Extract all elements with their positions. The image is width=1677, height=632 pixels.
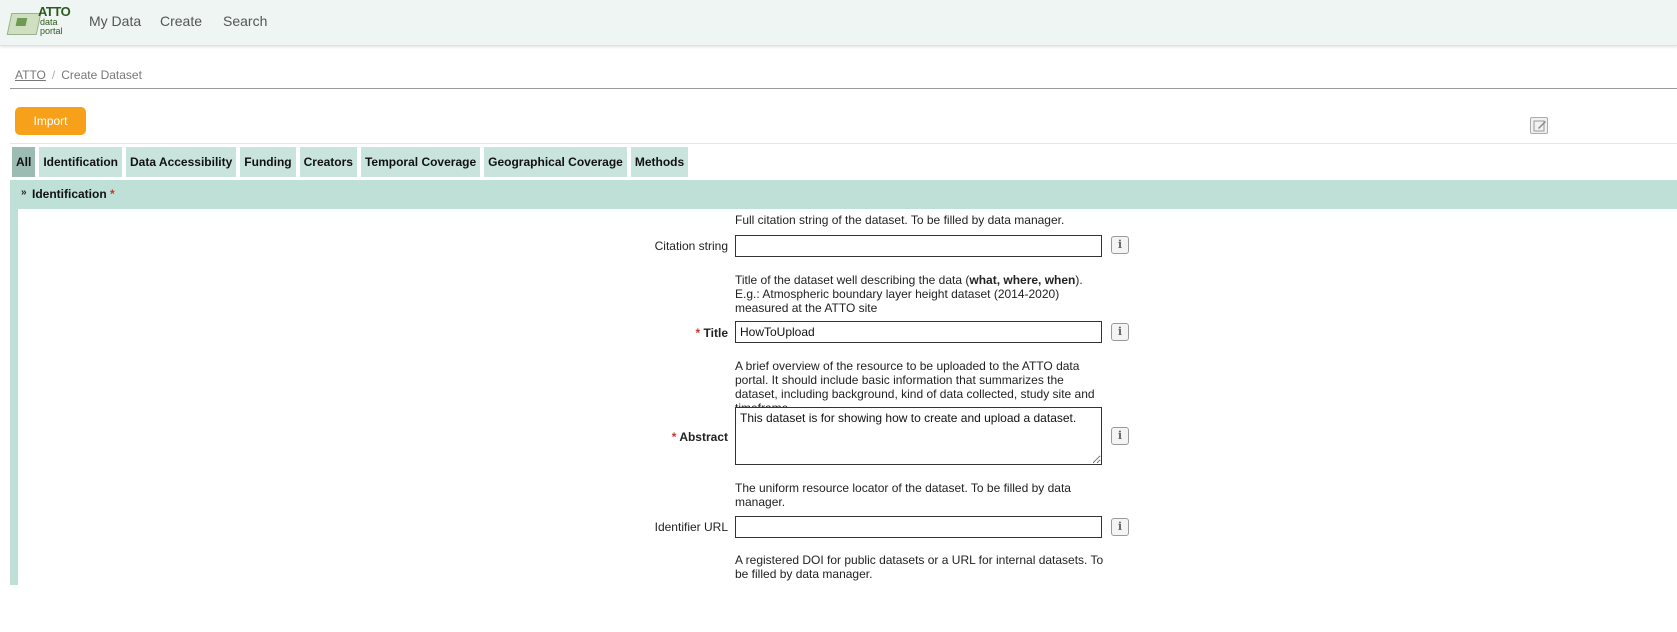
divider [10,143,1677,144]
tab-identification[interactable]: Identification [39,147,123,177]
nav-create[interactable]: Create [160,13,202,29]
tab-all[interactable]: All [12,147,36,177]
tab-methods[interactable]: Methods [630,147,689,177]
nav-my-data[interactable]: My Data [89,13,141,29]
tab-data-accessibility[interactable]: Data Accessibility [126,147,237,177]
info-icon[interactable]: i [1111,236,1129,254]
nav-search[interactable]: Search [223,13,267,29]
identifier-url-field[interactable] [735,516,1102,538]
section-tabs: All Identification Data Accessibility Fundi… [12,147,689,177]
section-left-bar [10,209,18,585]
doi-help-text: A registered DOI for public datasets or … [735,553,1104,581]
divider [10,88,1677,89]
tab-temporal-coverage[interactable]: Temporal Coverage [360,147,481,177]
breadcrumb-current: Create Dataset [61,68,142,82]
edit-icon[interactable] [1530,117,1548,134]
top-navbar: ATTO data portal My Data Create Search [0,0,1677,46]
import-button[interactable]: Import [15,107,86,135]
breadcrumb: ATTO / Create Dataset [15,68,142,82]
title-help-text: Title of the dataset well describing the… [735,273,1083,315]
citation-field[interactable] [735,235,1102,257]
breadcrumb-separator: / [51,68,56,82]
breadcrumb-root-link[interactable]: ATTO [15,68,46,82]
identifier-url-help-text: The uniform resource locator of the data… [735,481,1071,509]
info-icon[interactable]: i [1111,323,1129,341]
abstract-field[interactable]: This dataset is for showing how to creat… [735,407,1102,465]
abstract-label: * Abstract [671,430,728,444]
logo-line-2: portal [40,26,63,36]
identifier-url-label: Identifier URL [654,520,728,534]
info-icon[interactable]: i [1111,518,1129,536]
tab-funding[interactable]: Funding [240,147,296,177]
section-header-identification[interactable]: » Identification * [10,180,1677,209]
atto-logo[interactable]: ATTO data portal [6,4,71,38]
citation-label: Citation string [654,239,728,253]
citation-help-text: Full citation string of the dataset. To … [735,213,1065,227]
tab-creators[interactable]: Creators [299,147,357,177]
logo-subtitle: data portal [40,18,63,36]
logo-map-icon [6,13,42,35]
collapse-chevron-icon: » [21,187,27,198]
tab-geographical-coverage[interactable]: Geographical Coverage [484,147,627,177]
info-icon[interactable]: i [1111,427,1129,445]
title-field[interactable] [735,321,1102,343]
title-label: * Title [695,326,728,340]
section-title: Identification * [32,187,115,201]
